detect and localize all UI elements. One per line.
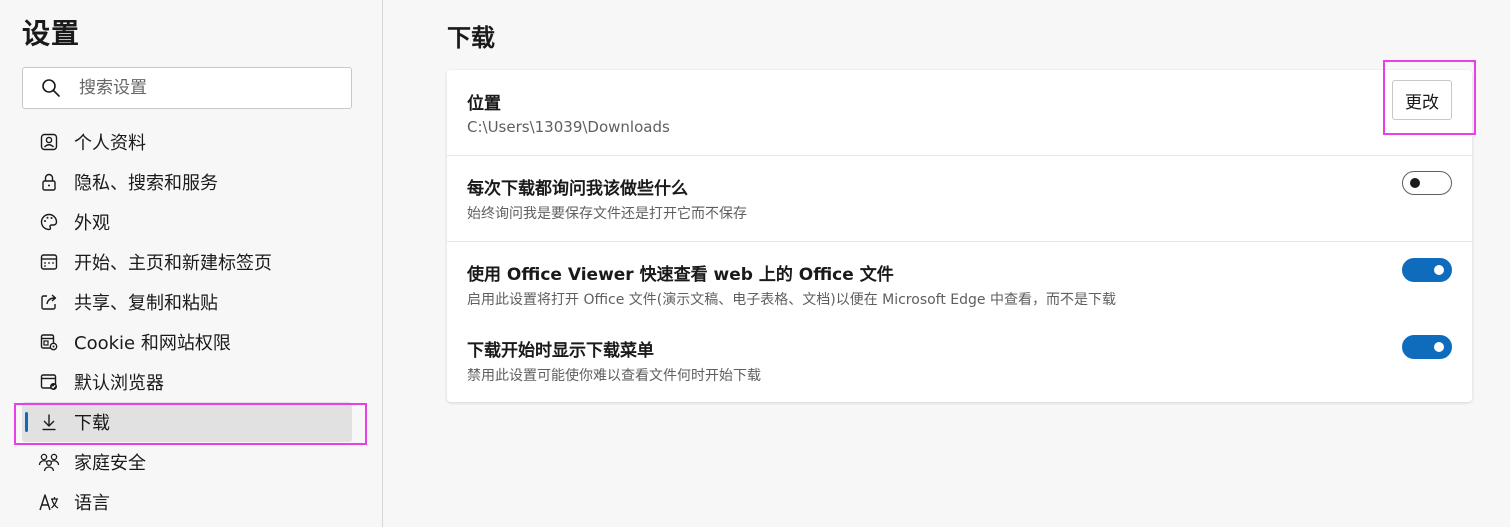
palette-icon <box>38 211 60 233</box>
sidebar-item-label: 个人资料 <box>74 133 146 154</box>
sidebar-item-label: 开始、主页和新建标签页 <box>74 253 272 274</box>
downloads-settings-card: 位置 C:\Users\13039\Downloads 更改 每次下载都询问我该… <box>447 70 1472 402</box>
ask-download-description: 始终询问我是要保存文件还是打开它而不保存 <box>467 206 747 222</box>
lock-icon <box>38 171 60 193</box>
sidebar-item-language[interactable]: 语言 <box>22 482 352 522</box>
sidebar-item-privacy[interactable]: 隐私、搜索和服务 <box>22 162 352 202</box>
toggle-knob <box>1434 265 1444 275</box>
show-downloads-menu-description: 禁用此设置可能使你难以查看文件何时开始下载 <box>467 368 761 384</box>
ask-download-row: 每次下载都询问我该做些什么 始终询问我是要保存文件还是打开它而不保存 <box>447 156 1472 241</box>
sidebar-item-default-browser[interactable]: 默认浏览器 <box>22 362 352 402</box>
sidebar-item-label: Cookie 和网站权限 <box>74 333 231 354</box>
sidebar: 设置 个人资料 隐私、搜索和服务 外观 <box>0 0 383 527</box>
toggle-knob <box>1434 342 1444 352</box>
sidebar-nav: 个人资料 隐私、搜索和服务 外观 开始、主页和新建标签页 共享、复制和粘贴 Co… <box>0 122 383 522</box>
office-viewer-toggle[interactable] <box>1402 258 1452 282</box>
site-permissions-icon <box>38 331 60 353</box>
sidebar-item-label: 默认浏览器 <box>74 373 164 394</box>
sidebar-item-cookies[interactable]: Cookie 和网站权限 <box>22 322 352 362</box>
sidebar-item-label: 语言 <box>74 493 110 514</box>
office-viewer-description: 启用此设置将打开 Office 文件(演示文稿、电子表格、文档)以便在 Micr… <box>467 292 1116 308</box>
search-icon <box>41 78 61 98</box>
downloads-highlight-box <box>14 403 367 445</box>
show-downloads-menu-title: 下载开始时显示下载菜单 <box>467 341 654 361</box>
search-box[interactable] <box>22 67 352 109</box>
change-button-highlight-box <box>1383 60 1476 135</box>
location-row: 位置 C:\Users\13039\Downloads 更改 <box>447 70 1472 155</box>
sidebar-item-share[interactable]: 共享、复制和粘贴 <box>22 282 352 322</box>
sidebar-title: 设置 <box>22 17 81 50</box>
location-path: C:\Users\13039\Downloads <box>467 118 670 136</box>
search-input[interactable] <box>79 78 329 98</box>
location-title: 位置 <box>467 94 501 114</box>
sidebar-item-start-home[interactable]: 开始、主页和新建标签页 <box>22 242 352 282</box>
office-viewer-row: 使用 Office Viewer 快速查看 web 上的 Office 文件 启… <box>447 242 1472 322</box>
toggle-knob <box>1410 178 1420 188</box>
share-icon <box>38 291 60 313</box>
office-viewer-title: 使用 Office Viewer 快速查看 web 上的 Office 文件 <box>467 265 894 285</box>
sidebar-item-appearance[interactable]: 外观 <box>22 202 352 242</box>
page-title: 下载 <box>447 24 495 52</box>
home-tab-icon <box>38 251 60 273</box>
sidebar-item-profile[interactable]: 个人资料 <box>22 122 352 162</box>
default-browser-icon <box>38 371 60 393</box>
show-downloads-menu-toggle[interactable] <box>1402 335 1452 359</box>
profile-icon <box>38 131 60 153</box>
family-icon <box>38 451 60 473</box>
sidebar-item-label: 隐私、搜索和服务 <box>74 173 218 194</box>
sidebar-item-label: 共享、复制和粘贴 <box>74 293 218 314</box>
language-icon <box>38 491 60 513</box>
sidebar-item-family[interactable]: 家庭安全 <box>22 442 352 482</box>
sidebar-item-label: 外观 <box>74 213 110 234</box>
show-downloads-menu-row: 下载开始时显示下载菜单 禁用此设置可能使你难以查看文件何时开始下载 <box>447 322 1472 402</box>
sidebar-item-label: 家庭安全 <box>74 453 146 474</box>
ask-download-title: 每次下载都询问我该做些什么 <box>467 179 688 199</box>
ask-download-toggle[interactable] <box>1402 171 1452 195</box>
